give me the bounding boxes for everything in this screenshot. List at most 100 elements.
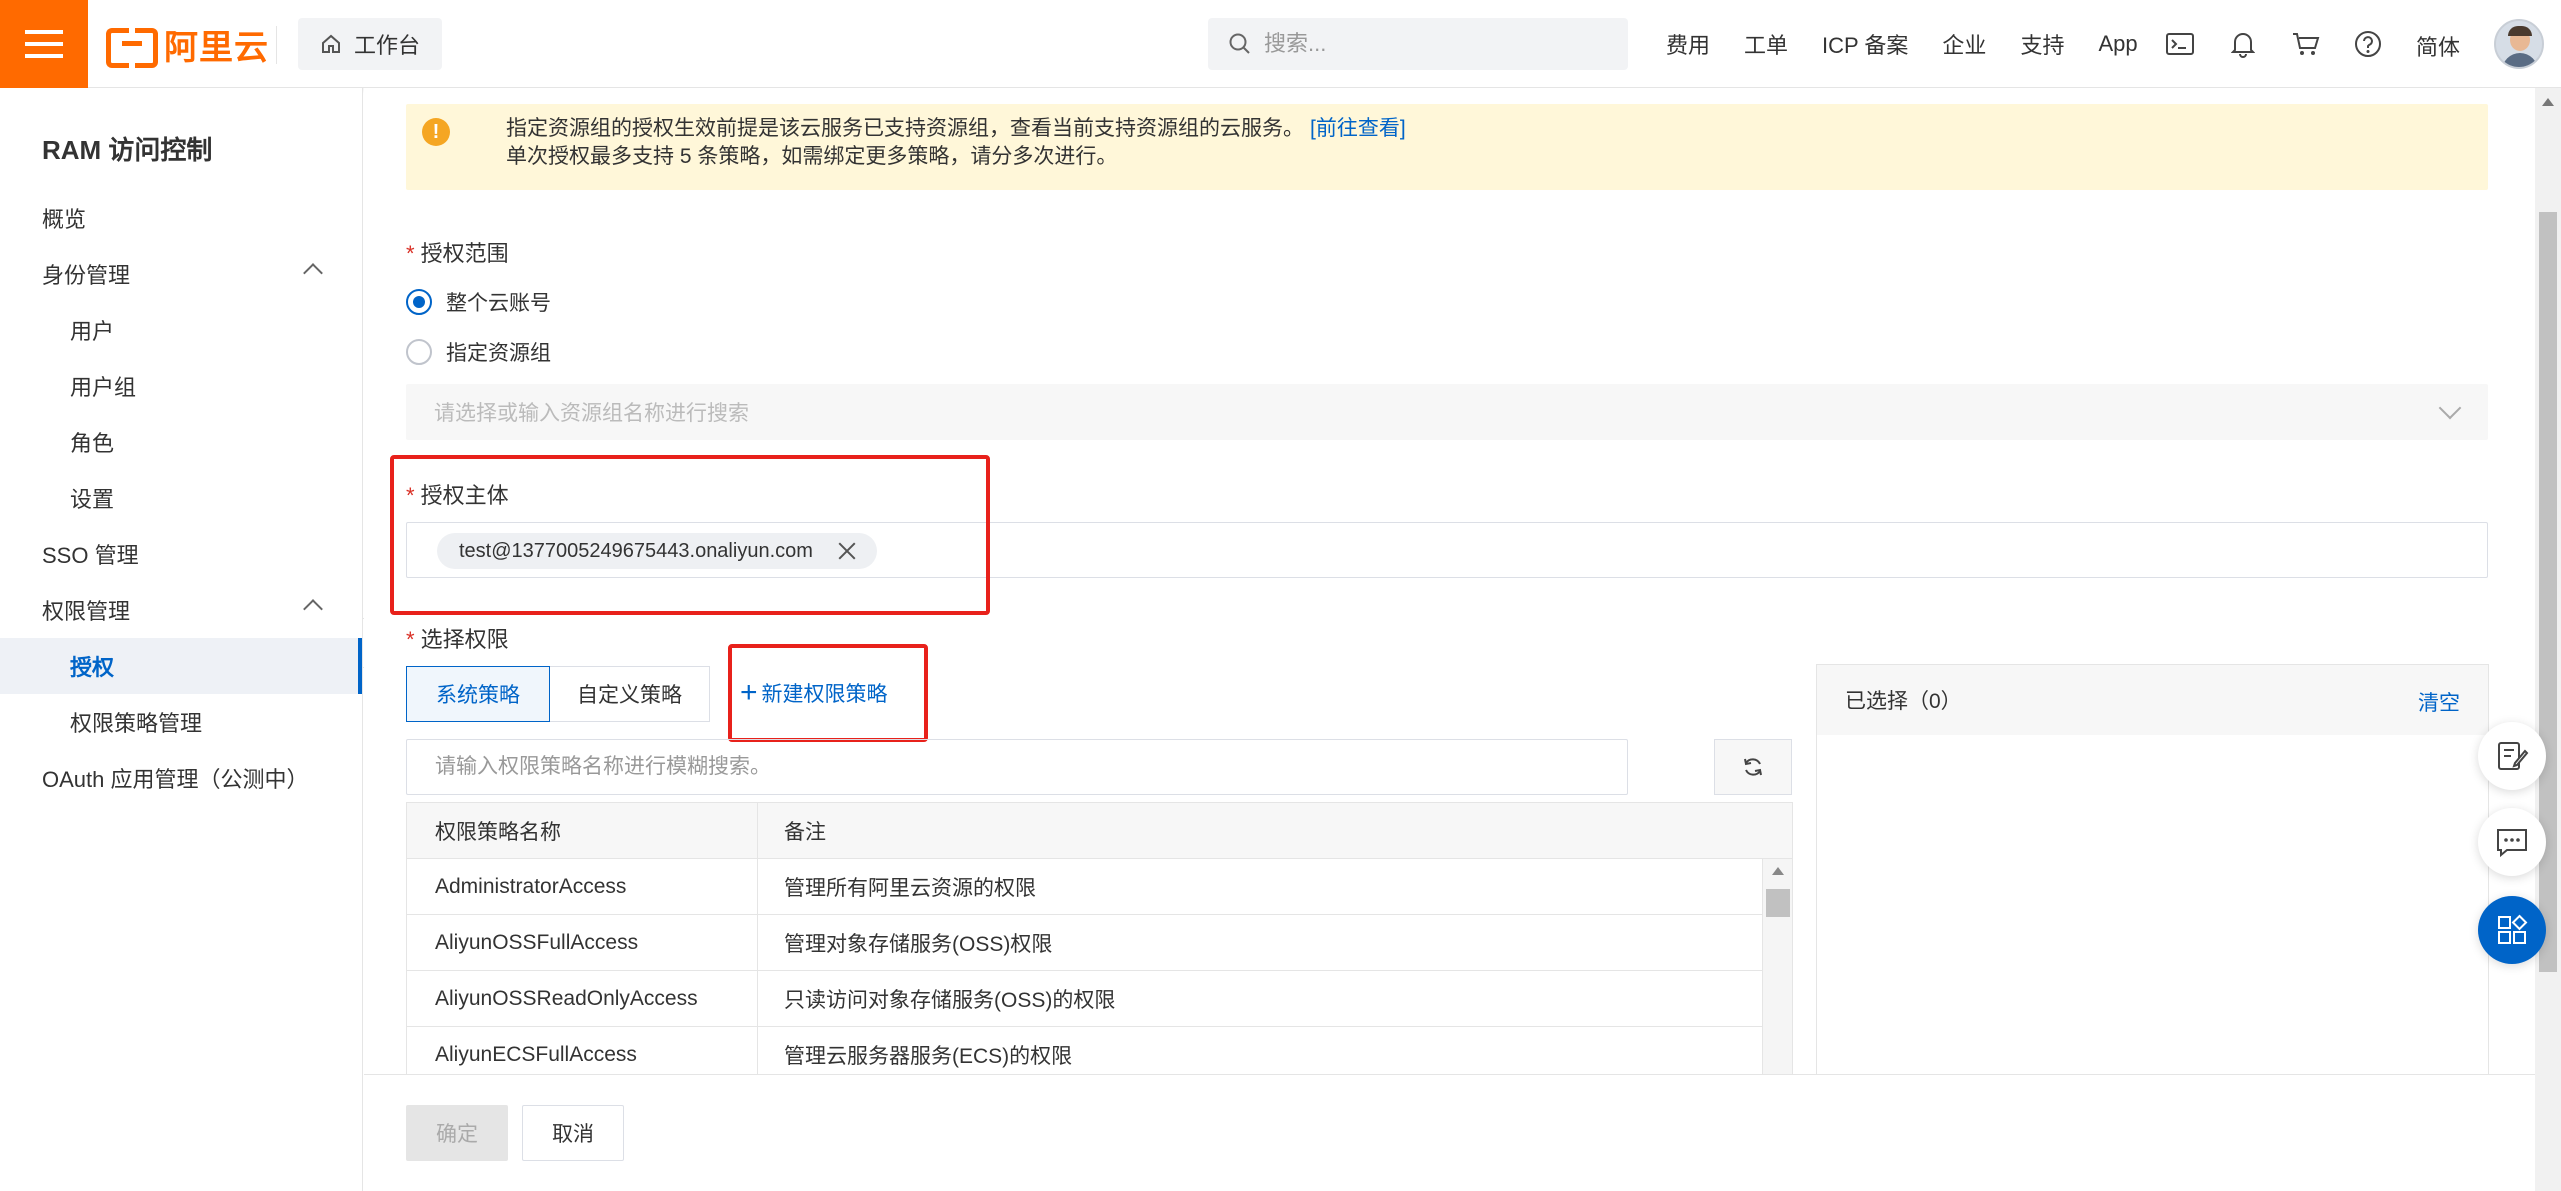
- sidebar-item-identity[interactable]: 身份管理: [0, 246, 362, 302]
- workbench-label: 工作台: [354, 33, 421, 58]
- global-search[interactable]: [1208, 18, 1628, 70]
- radio-checked-icon: [406, 289, 432, 315]
- table-row[interactable]: AliyunOSSReadOnlyAccess 只读访问对象存储服务(OSS)的权…: [407, 971, 1762, 1027]
- table-row[interactable]: AdministratorAccess 管理所有阿里云资源的权限: [407, 859, 1762, 915]
- policy-search[interactable]: [406, 739, 1628, 795]
- scope-label: * 授权范围: [406, 236, 509, 268]
- policy-name: AliyunOSSReadOnlyAccess: [407, 971, 758, 1026]
- workbench-button[interactable]: 工作台: [298, 18, 442, 70]
- policy-note: 只读访问对象存储服务(OSS)的权限: [784, 988, 1116, 1012]
- nav-icp[interactable]: ICP 备案: [1822, 28, 1908, 60]
- tab-system-policy[interactable]: 系统策略: [406, 666, 550, 722]
- feedback-edit-button[interactable]: [2478, 722, 2546, 790]
- radio-whole-account[interactable]: 整个云账号: [406, 287, 551, 317]
- logo[interactable]: 阿里云: [106, 22, 269, 68]
- sidebar-item-label: 角色: [70, 431, 115, 456]
- sidebar-item-permissions[interactable]: 权限管理: [0, 582, 362, 638]
- sidebar-item-label: 权限策略管理: [70, 711, 203, 736]
- nav-fees[interactable]: 费用: [1666, 28, 1710, 60]
- column-header-note: 备注: [784, 820, 826, 844]
- main-content: ! 指定资源组的授权生效前提是该云服务已支持资源组，查看当前支持资源组的云服务。…: [364, 88, 2561, 1191]
- footer-actions: 确定 取消: [364, 1074, 2561, 1191]
- highlight-box-principal: [390, 455, 990, 615]
- menu-icon[interactable]: [0, 0, 88, 88]
- refresh-icon: [1744, 758, 1762, 776]
- sidebar-item-label: 设置: [70, 487, 115, 512]
- page-scrollbar[interactable]: [2535, 88, 2561, 1191]
- selected-header: 已选择（0） 清空: [1817, 665, 2488, 735]
- sidebar-item-label: 概览: [42, 207, 87, 232]
- required-mark: *: [406, 241, 415, 266]
- resource-group-select: 请选择或输入资源组名称进行搜索: [406, 384, 2488, 440]
- policy-tabs: 系统策略 自定义策略: [406, 666, 710, 722]
- sidebar-item-settings[interactable]: 设置: [0, 470, 362, 526]
- radio-label: 指定资源组: [446, 342, 551, 365]
- permissions-label: * 选择权限: [406, 622, 509, 654]
- top-nav: 费用 工单 ICP 备案 企业 支持 App: [1666, 0, 2172, 88]
- alert-line-1: 指定资源组的授权生效前提是该云服务已支持资源组，查看当前支持资源组的云服务。 [前…: [506, 112, 1406, 142]
- scroll-up-icon[interactable]: [1772, 867, 1784, 875]
- policy-search-input[interactable]: [435, 755, 1595, 779]
- aliyun-logo-icon: [106, 28, 158, 68]
- nav-enterprise[interactable]: 企业: [1942, 28, 1986, 60]
- nav-tickets[interactable]: 工单: [1744, 28, 1788, 60]
- sidebar-item-label: 权限管理: [42, 599, 131, 624]
- radio-label: 整个云账号: [446, 292, 551, 315]
- help-icon[interactable]: [2352, 28, 2384, 60]
- cancel-button[interactable]: 取消: [522, 1105, 624, 1161]
- scroll-thumb[interactable]: [1766, 889, 1790, 917]
- logo-text: 阿里云: [164, 28, 269, 67]
- table-header: 权限策略名称 备注: [407, 803, 1792, 859]
- nav-app[interactable]: App: [2098, 31, 2137, 57]
- policy-note: 管理对象存储服务(OSS)权限: [784, 932, 1053, 956]
- home-icon: [322, 34, 340, 53]
- bell-icon[interactable]: [2227, 28, 2259, 60]
- terminal-icon[interactable]: [2164, 28, 2196, 60]
- sidebar-item-policies[interactable]: 权限策略管理: [0, 694, 362, 750]
- select-placeholder: 请选择或输入资源组名称进行搜索: [434, 402, 749, 425]
- radio-resource-group[interactable]: 指定资源组: [406, 337, 551, 367]
- sidebar-item-roles[interactable]: 角色: [0, 414, 362, 470]
- highlight-box-new-policy: [728, 644, 928, 742]
- avatar[interactable]: [2494, 19, 2544, 69]
- edit-note-icon: [2498, 742, 2529, 770]
- chat-button[interactable]: [2478, 808, 2546, 876]
- search-input[interactable]: [1264, 31, 1594, 57]
- chevron-up-icon: [303, 263, 323, 283]
- sidebar-item-overview[interactable]: 概览: [0, 190, 362, 246]
- sidebar-item-grants[interactable]: 授权: [0, 638, 362, 694]
- chevron-up-icon: [303, 599, 323, 619]
- table-row[interactable]: AliyunOSSFullAccess 管理对象存储服务(OSS)权限: [407, 915, 1762, 971]
- sidebar-item-users[interactable]: 用户: [0, 302, 362, 358]
- refresh-button[interactable]: [1714, 739, 1792, 795]
- tab-custom-policy[interactable]: 自定义策略: [550, 666, 710, 722]
- sidebar-item-label: 授权: [70, 655, 115, 680]
- scroll-up-icon[interactable]: [2542, 98, 2554, 106]
- permissions-label-text: 选择权限: [420, 627, 509, 652]
- sidebar-item-oauth[interactable]: OAuth 应用管理（公测中）: [0, 750, 362, 806]
- policy-note: 管理所有阿里云资源的权限: [784, 876, 1036, 900]
- sidebar: RAM 访问控制 概览 身份管理 用户 用户组 角色 设置 SSO 管理 权限管…: [0, 88, 363, 1191]
- radio-unchecked-icon: [406, 339, 432, 365]
- sidebar-item-label: 身份管理: [42, 263, 131, 288]
- warning-icon: !: [422, 118, 450, 146]
- cart-icon[interactable]: [2290, 28, 2322, 60]
- sidebar-item-label: OAuth 应用管理（公测中）: [42, 767, 309, 792]
- sidebar-item-label: 用户: [70, 319, 115, 344]
- divider: [276, 26, 277, 64]
- selected-title: 已选择（0）: [1845, 690, 1962, 713]
- language-switch[interactable]: 简体: [2416, 30, 2460, 62]
- top-bar: 阿里云 工作台 费用 工单 ICP 备案 企业 支持 App 简体: [0, 0, 2561, 88]
- required-mark: *: [406, 627, 415, 652]
- view-link[interactable]: [前往查看]: [1310, 117, 1406, 140]
- sidebar-item-sso[interactable]: SSO 管理: [0, 526, 362, 582]
- nav-support[interactable]: 支持: [2020, 28, 2064, 60]
- sidebar-item-user-groups[interactable]: 用户组: [0, 358, 362, 414]
- sidebar-item-label: 用户组: [70, 375, 137, 400]
- alert-text-1: 指定资源组的授权生效前提是该云服务已支持资源组，查看当前支持资源组的云服务。: [506, 117, 1304, 140]
- chat-icon: [2497, 829, 2527, 858]
- confirm-button[interactable]: 确定: [406, 1105, 508, 1161]
- clear-button[interactable]: 清空: [2418, 687, 2460, 717]
- apps-button[interactable]: [2478, 896, 2546, 964]
- column-header-name: 权限策略名称: [407, 803, 758, 858]
